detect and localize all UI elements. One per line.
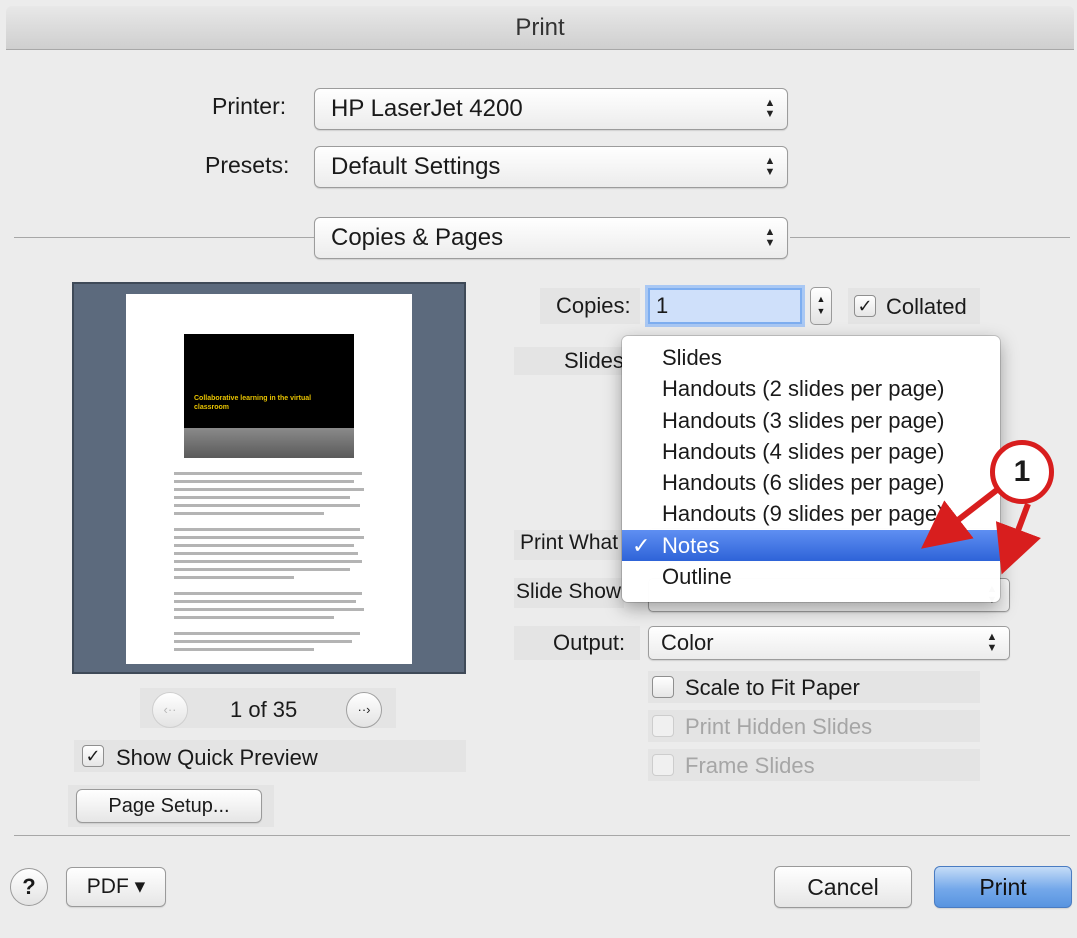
- annotation-arrows: [921, 483, 1041, 575]
- annotation-callout: 1: [990, 440, 1054, 504]
- annotation-arrow: [921, 483, 1004, 549]
- annotation-arrow: [995, 502, 1041, 575]
